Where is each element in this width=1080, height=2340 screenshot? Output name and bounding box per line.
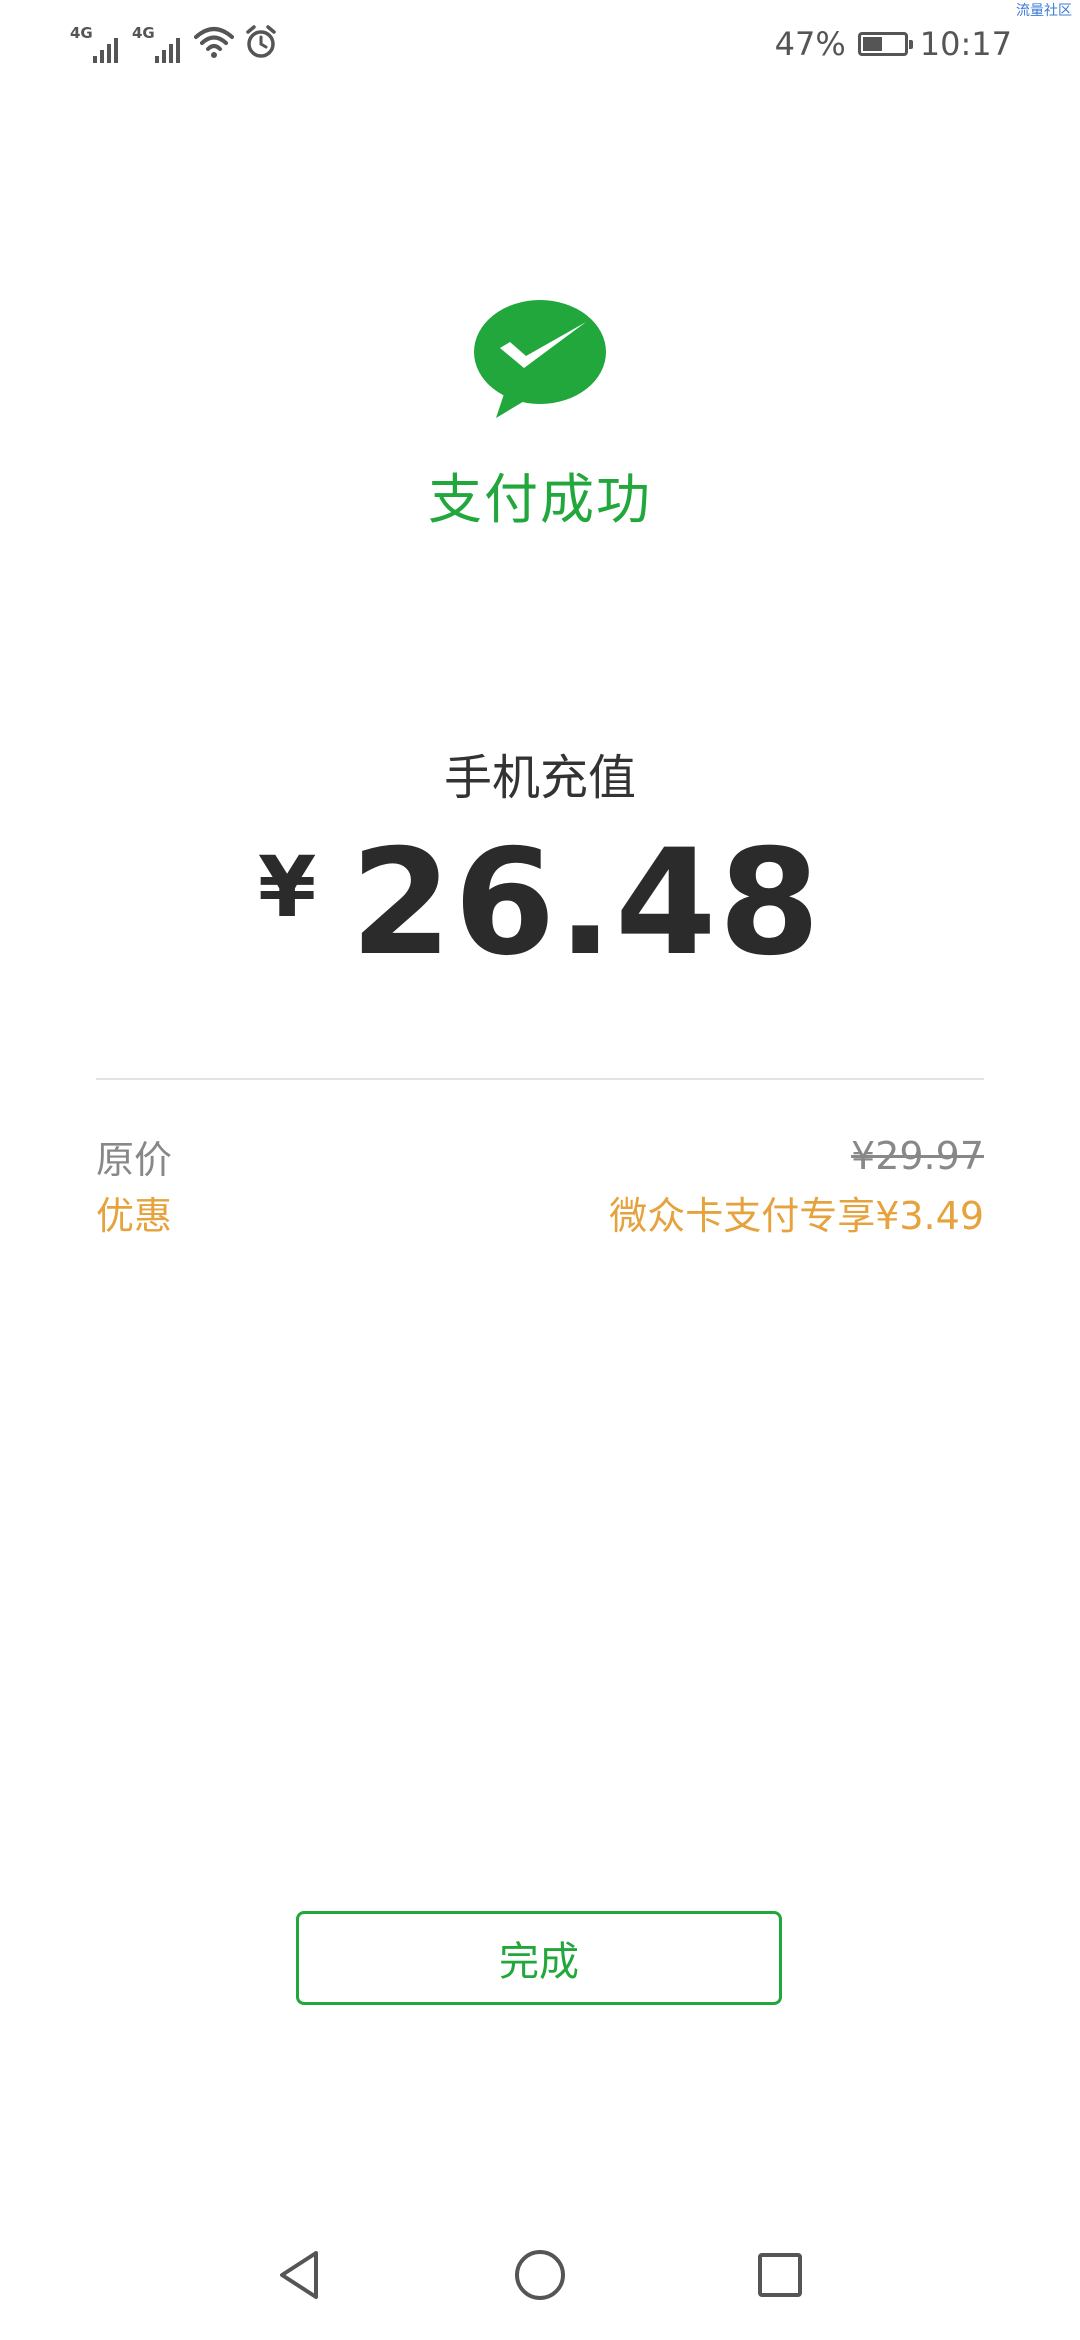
discount-value: 微众卡支付专享¥3.49 xyxy=(609,1193,984,1238)
discount-row: 优惠 微众卡支付专享¥3.49 xyxy=(96,1186,984,1238)
battery-icon xyxy=(857,32,913,56)
status-left: 4G 4G xyxy=(70,22,278,66)
back-triangle-icon[interactable] xyxy=(255,2230,345,2320)
currency-symbol: ¥ xyxy=(257,838,317,936)
original-price-row: 原价 ¥29.97 xyxy=(96,1130,984,1182)
battery-fill xyxy=(862,37,882,51)
network-type-label: 4G xyxy=(132,24,155,42)
payment-success-title: 支付成功 xyxy=(428,468,652,531)
wechat-pay-success-icon xyxy=(470,296,610,422)
clock: 10:17 xyxy=(919,25,1012,63)
product-name: 手机充值 xyxy=(443,750,636,806)
original-price-value: ¥29.97 xyxy=(851,1134,984,1178)
signal-icon: 4G xyxy=(70,24,122,64)
signal-icon: 4G xyxy=(132,24,184,64)
alarm-icon xyxy=(244,25,278,63)
battery-percent: 47% xyxy=(774,25,846,63)
home-circle-icon[interactable] xyxy=(495,2230,585,2320)
status-right: 47% 10:17 xyxy=(775,22,1012,66)
network-type-label: 4G xyxy=(70,24,93,42)
amount-value: 26.48 xyxy=(350,818,823,988)
original-price-label: 原价 xyxy=(96,1137,173,1182)
navigation-bar xyxy=(0,2230,1080,2330)
wifi-icon xyxy=(194,25,234,63)
payment-amount: ¥ 26.48 xyxy=(0,828,1080,978)
discount-label: 优惠 xyxy=(96,1193,173,1238)
status-bar: 4G 4G 47% 10:17 xyxy=(0,0,1080,90)
done-button[interactable]: 完成 xyxy=(296,1911,782,2005)
recent-square-icon[interactable] xyxy=(735,2230,825,2320)
divider xyxy=(96,1078,984,1080)
